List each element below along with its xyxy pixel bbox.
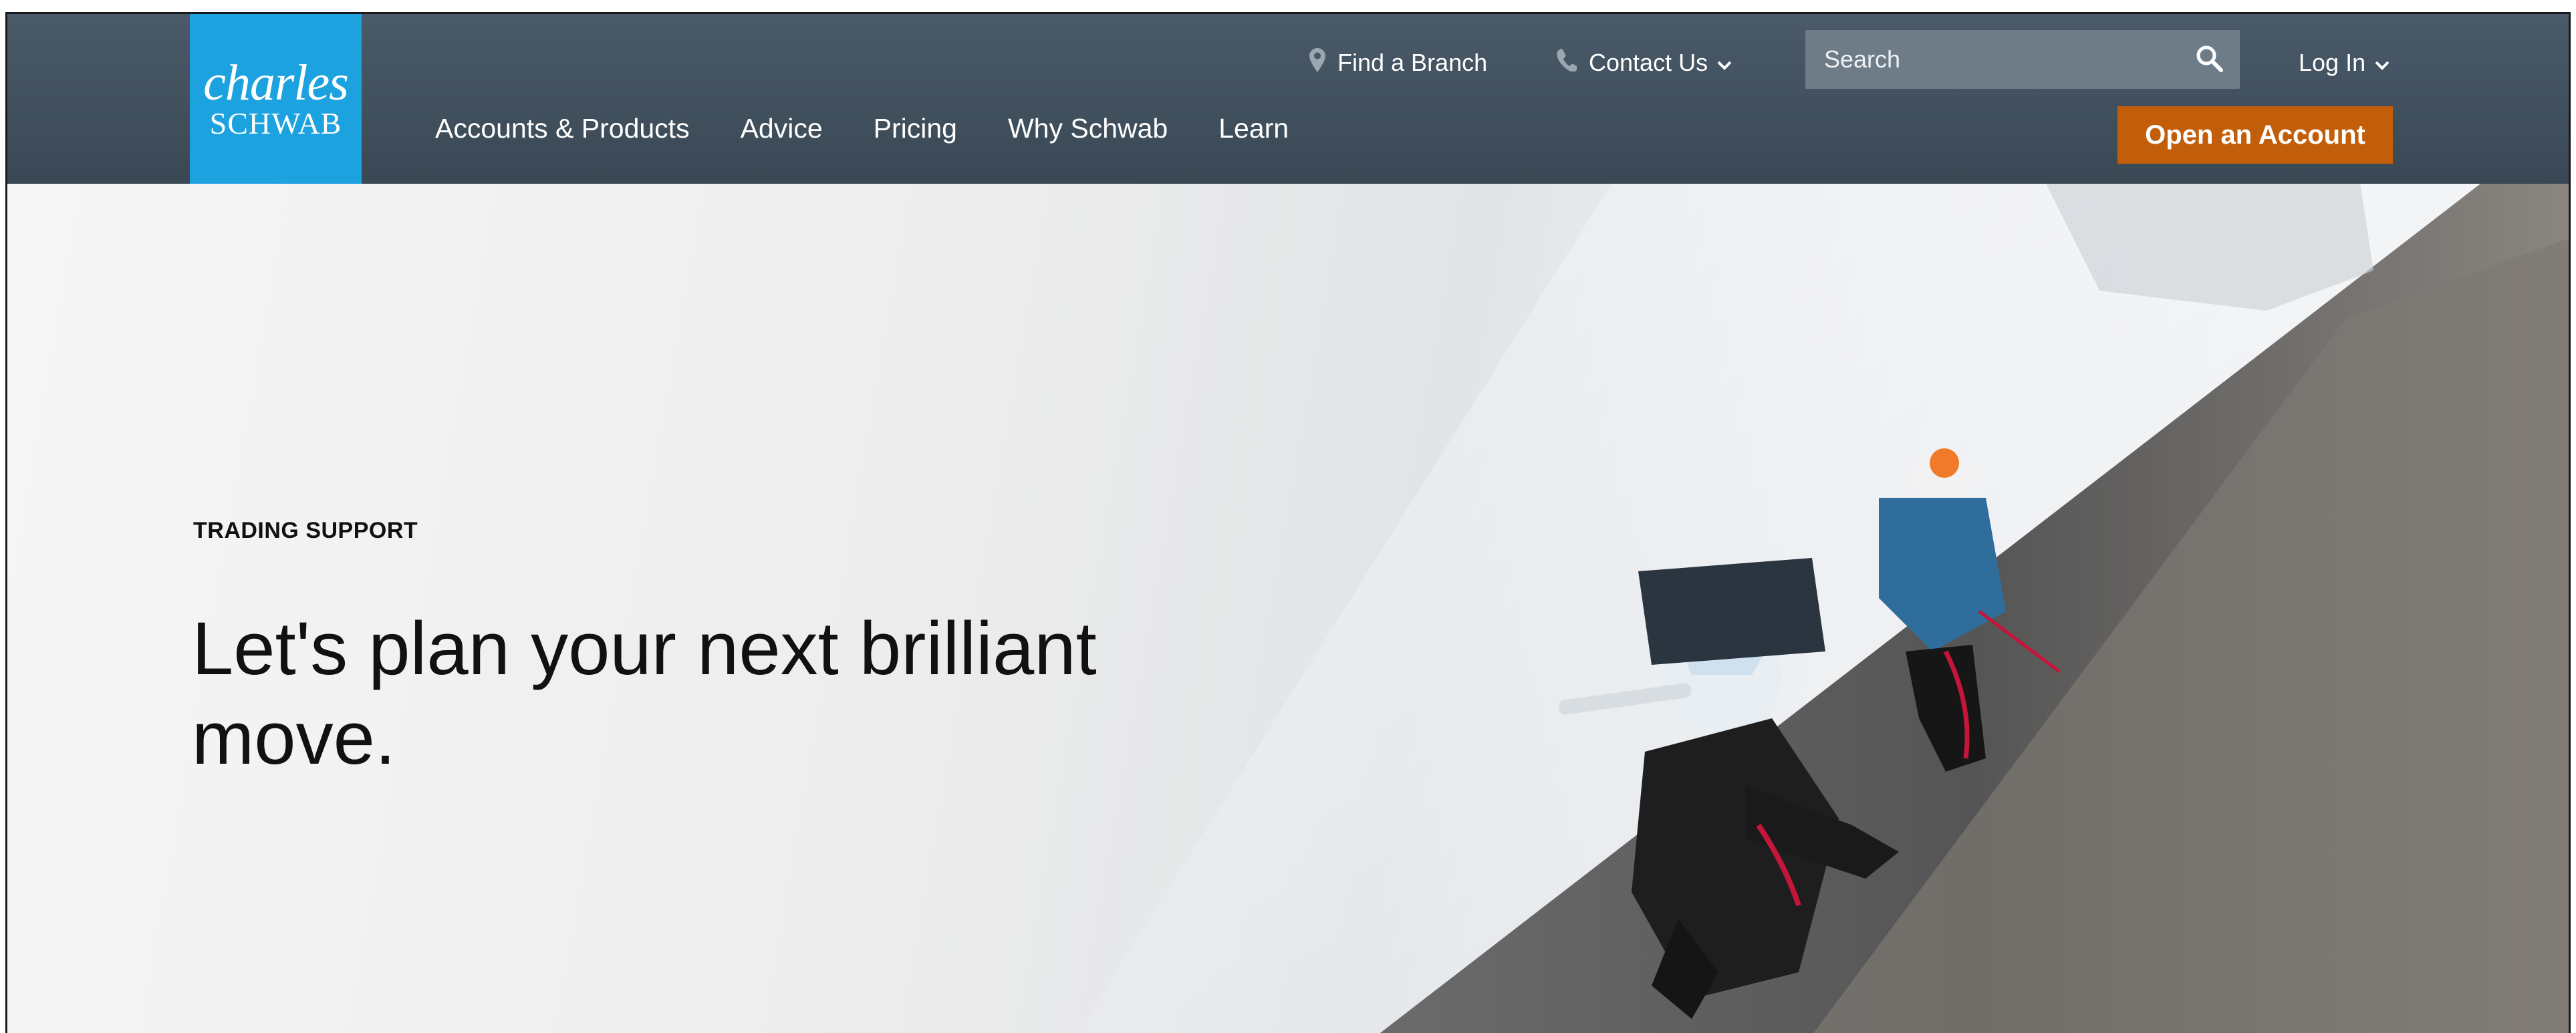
contact-us-menu[interactable]: Contact Us <box>1557 39 1732 86</box>
nav-item-why-schwab[interactable]: Why Schwab <box>1008 113 1168 144</box>
nav-item-pricing[interactable]: Pricing <box>874 113 957 144</box>
main-nav: Accounts & Products Advice Pricing Why S… <box>435 113 1339 144</box>
logo-line1: charles <box>203 55 349 111</box>
phone-icon <box>1557 48 1578 78</box>
open-an-account-button[interactable]: Open an Account <box>2117 106 2393 164</box>
map-pin-icon <box>1309 47 1325 78</box>
log-in-label: Log In <box>2299 49 2366 76</box>
hero-headline: Let's plan your next brilliant move. <box>192 607 1097 780</box>
find-a-branch-label: Find a Branch <box>1337 49 1488 76</box>
charles-schwab-logo[interactable]: charles SCHWAB <box>190 14 362 184</box>
nav-item-learn[interactable]: Learn <box>1218 113 1289 144</box>
logo-line2: SCHWAB <box>209 106 342 140</box>
search-icon[interactable] <box>2196 45 2224 76</box>
chevron-down-icon <box>1717 49 1732 77</box>
browser-viewport: charles SCHWAB Find a Branch Contact Us <box>5 12 2571 1033</box>
chevron-down-icon <box>2375 49 2390 77</box>
log-in-menu[interactable]: Log In <box>2299 39 2390 86</box>
search-box[interactable] <box>1805 30 2240 89</box>
nav-item-accounts-products[interactable]: Accounts & Products <box>435 113 690 144</box>
site-header: charles SCHWAB Find a Branch Contact Us <box>7 14 2569 184</box>
hero-eyebrow: TRADING SUPPORT <box>193 518 418 543</box>
hero-banner: TRADING SUPPORT Let's plan your next bri… <box>7 184 2569 1033</box>
nav-item-advice[interactable]: Advice <box>741 113 823 144</box>
search-input[interactable] <box>1805 45 2186 74</box>
find-a-branch-link[interactable]: Find a Branch <box>1309 39 1487 86</box>
contact-us-label: Contact Us <box>1589 49 1708 76</box>
